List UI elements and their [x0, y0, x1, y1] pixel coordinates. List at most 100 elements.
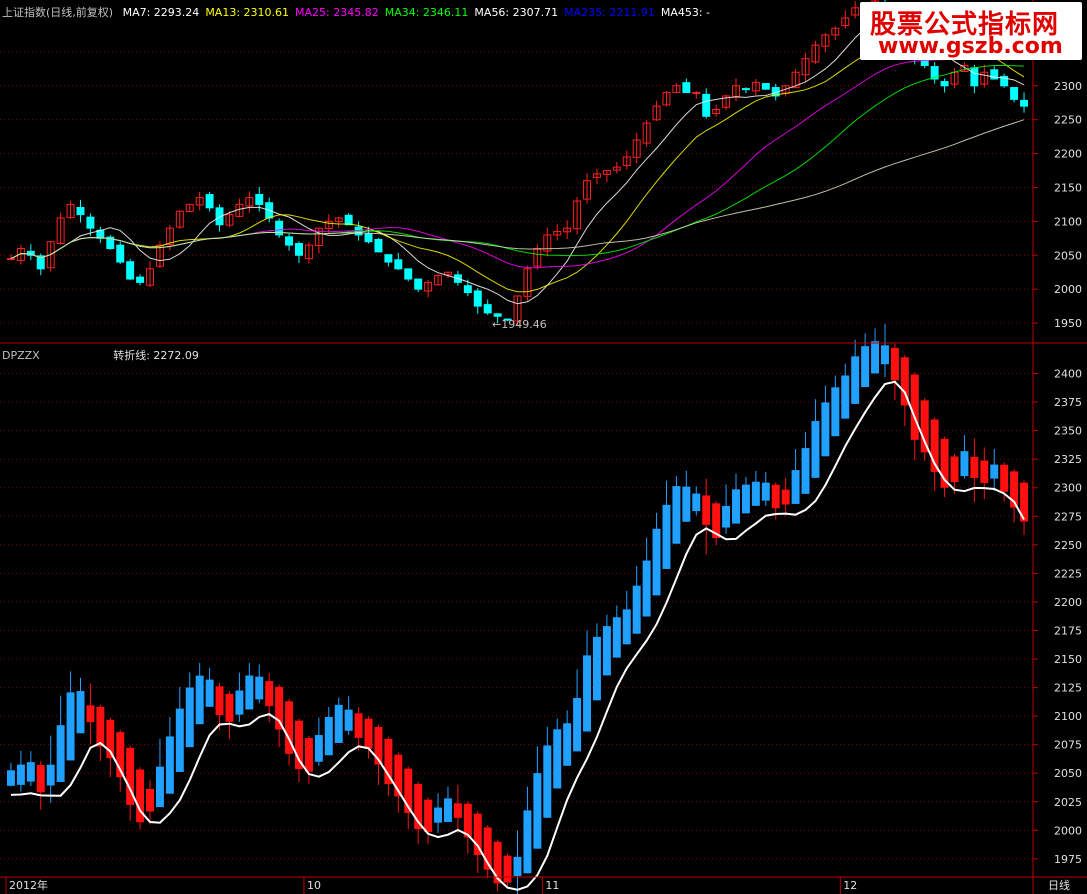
lower-candle-body: [344, 709, 353, 731]
lower-tick-label: 2325: [1054, 453, 1082, 466]
ma25-line: [10, 54, 1025, 269]
lower-candle-body: [602, 626, 611, 676]
lower-candle-body: [881, 345, 889, 365]
upper-candle-body: [255, 193, 264, 205]
lower-candle-body: [592, 636, 601, 701]
upper-tick-label: 2100: [1054, 215, 1082, 228]
lower-candle-body: [443, 798, 452, 822]
lower-candle-body: [66, 692, 75, 761]
lower-tick-label: 2050: [1054, 767, 1082, 780]
lower-tick-label: 2300: [1054, 482, 1082, 495]
lower-candle-body: [920, 400, 929, 453]
lower-candle-body: [16, 764, 25, 785]
upper-candle-body: [364, 233, 373, 243]
ma-label-1: MA13: 2310.61: [205, 6, 290, 19]
upper-candle-body: [473, 290, 482, 307]
lower-candle-body: [275, 686, 284, 730]
lower-candles: [6, 323, 1029, 894]
lower-candle-body: [831, 387, 840, 437]
lower-tick-label: 2125: [1054, 682, 1082, 695]
period-label: 日线: [1048, 879, 1070, 892]
lower-candle-body: [632, 585, 641, 634]
lower-candle-body: [612, 617, 621, 658]
lower-candle-body: [732, 489, 740, 524]
x-axis: 2012年101112123: [5, 877, 857, 894]
lower-candle-body: [513, 856, 522, 876]
upper-tick-label: 2050: [1054, 249, 1082, 262]
low-price-value: 1949.46: [501, 318, 547, 331]
upper-candle-body: [126, 261, 135, 280]
lower-candle-body: [622, 609, 631, 645]
lower-candle-body: [384, 738, 393, 785]
x-tick-label: 12: [843, 879, 857, 892]
upper-candle-body: [384, 254, 393, 263]
upper-tick-label: 2000: [1054, 283, 1082, 296]
lower-candle-body: [791, 470, 800, 504]
upper-candle-body: [1020, 99, 1029, 107]
lower-candle-body: [295, 720, 303, 770]
ma-label-5: MA235: 2211.91: [564, 6, 655, 19]
lower-candle-body: [314, 735, 323, 762]
lower-candle-body: [811, 421, 820, 478]
upper-candle-body: [1010, 87, 1019, 100]
x-tick-label: 11: [545, 879, 559, 892]
lower-candle-body: [890, 347, 899, 381]
upper-candle-body: [970, 67, 979, 87]
lower-candle-body: [801, 448, 810, 494]
upper-candle-body: [136, 276, 145, 283]
low-price-marker: ←1949.46: [492, 318, 547, 331]
lower-candle-body: [722, 505, 731, 528]
lower-candle-body: [6, 770, 15, 786]
lower-candle-body: [1000, 464, 1009, 492]
upper-tick-label: 2150: [1054, 181, 1082, 194]
lower-grid: [0, 373, 1033, 860]
lower-candle-body: [463, 803, 472, 838]
lower-tick-label: 2225: [1054, 567, 1082, 580]
upper-tick-label: 2200: [1054, 148, 1082, 161]
lower-candle-body: [841, 375, 850, 419]
lower-candle-body: [86, 705, 95, 723]
upper-candle-body: [374, 238, 383, 253]
lower-candle-body: [334, 704, 343, 743]
lower-candle-body: [185, 687, 194, 748]
lower-candle-body: [781, 489, 790, 505]
ma-label-2: MA25: 2345.82: [295, 6, 379, 19]
lower-candle-body: [642, 560, 651, 617]
upper-candle-body: [86, 216, 95, 229]
turning-line-path: [10, 380, 1025, 891]
upper-candle-body: [344, 214, 353, 226]
lower-tick-label: 2000: [1054, 824, 1082, 837]
x-tick-label: 10: [307, 879, 321, 892]
lower-candle-body: [36, 765, 45, 793]
lower-candle-body: [553, 729, 562, 789]
upper-candle-body: [940, 81, 949, 87]
lower-candle-body: [354, 713, 363, 738]
lower-candle-body: [56, 725, 65, 782]
lower-panel-header: DPZZX 转折线: 2272.09: [2, 347, 199, 363]
lower-candle-body: [771, 484, 780, 509]
lower-candle-body: [861, 346, 870, 387]
lower-candle-body: [751, 481, 760, 506]
upper-candle-body: [354, 226, 363, 236]
lower-candle-body: [155, 766, 164, 808]
lower-candle-body: [662, 504, 671, 569]
lower-candle-body: [821, 402, 830, 457]
upper-candle-body: [741, 88, 750, 91]
lower-candle-body: [950, 456, 959, 483]
upper-tick-label: 2250: [1054, 114, 1082, 127]
lower-panel-name: DPZZX: [2, 349, 40, 362]
upper-candle-body: [205, 194, 214, 209]
chart-header: 上证指数(日线,前复权) MA7: 2293.24 MA13: 2310.61 MA…: [2, 4, 710, 19]
lower-tick-label: 2100: [1054, 710, 1082, 723]
lower-candle-body: [871, 341, 880, 374]
lower-candle-body: [225, 693, 234, 722]
upper-candle-body: [702, 93, 711, 117]
ma34-line: [10, 64, 1025, 260]
upper-grid: [0, 51, 1033, 324]
lower-candle-body: [523, 810, 532, 874]
upper-candle-body: [761, 83, 770, 90]
lower-candle-body: [26, 762, 35, 782]
lower-candle-body: [990, 464, 999, 479]
lower-candle-body: [424, 799, 433, 832]
lower-y-axis: 1975 2000 2025 2050 2075 2100 2125 2150 2175 2200…: [1033, 368, 1082, 866]
